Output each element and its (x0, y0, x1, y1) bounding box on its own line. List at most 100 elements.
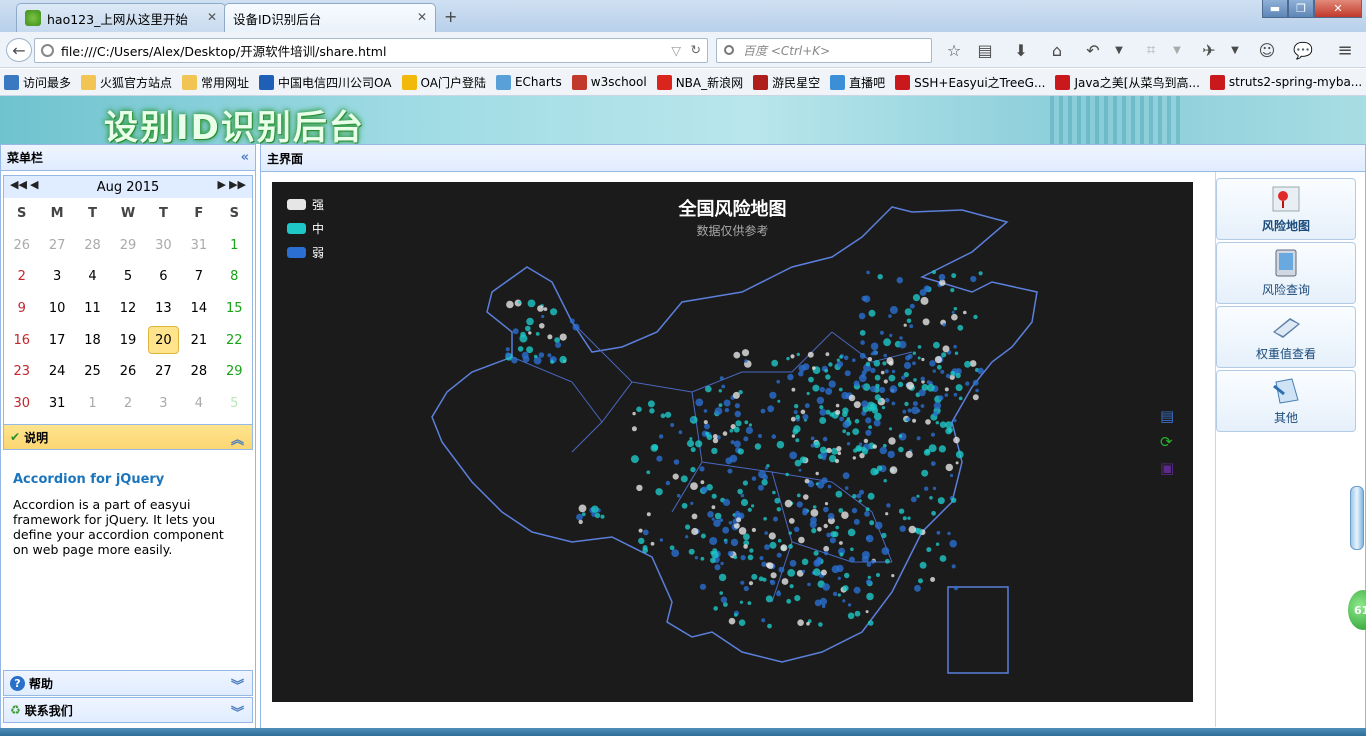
reading-list-icon[interactable]: ▤ (972, 38, 998, 62)
crop-icon[interactable]: ⌗ (1138, 38, 1164, 62)
calendar-day[interactable]: 17 (39, 324, 74, 356)
accordion-contact-header[interactable]: ♻ 联系我们 ︾ (3, 697, 253, 723)
calendar-day[interactable]: 11 (75, 293, 110, 325)
calendar-day[interactable]: 4 (75, 261, 110, 293)
right-menu-scanner-button[interactable]: 权重值查看 (1216, 306, 1356, 368)
search-input[interactable]: 百度 <Ctrl+K> (716, 38, 932, 63)
tab-device-id[interactable]: 设备ID识别后台 ✕ (224, 3, 436, 32)
next-year-icon[interactable]: ▶▶ (229, 178, 246, 191)
bookmark-item[interactable]: 直播吧 (830, 74, 885, 91)
bookmark-item[interactable]: ECharts (495, 74, 562, 90)
calendar-day[interactable]: 2 (110, 388, 145, 420)
calendar-day[interactable]: 28 (181, 356, 216, 388)
calendar-day[interactable]: 4 (181, 388, 216, 420)
calendar-day[interactable]: 23 (4, 356, 39, 388)
download-icon[interactable]: ⬇ (1008, 38, 1034, 62)
calendar-day[interactable]: 21 (181, 324, 216, 356)
legend-item-strong[interactable]: 强 (287, 196, 324, 213)
legend-item-medium[interactable]: 中 (287, 220, 324, 237)
bookmark-item[interactable]: struts2-spring-myba... (1209, 74, 1362, 90)
legend-item-weak[interactable]: 弱 (287, 244, 324, 261)
new-tab-plus-icon[interactable]: + (444, 7, 457, 26)
data-view-icon[interactable]: ▤ (1160, 407, 1180, 433)
addon-icon[interactable]: ✈ (1196, 38, 1222, 62)
risk-map-chart[interactable]: 全国风险地图 数据仅供参考 强 中 弱 ▤ ⟳ ▣ (272, 182, 1193, 702)
calendar-day[interactable]: 3 (39, 261, 74, 293)
tab-hao123[interactable]: hao123_上网从这里开始 ✕ (16, 3, 226, 32)
calendar-day[interactable]: 26 (4, 230, 39, 262)
right-menu-tablet-button[interactable]: 风险查询 (1216, 242, 1356, 304)
calendar-day[interactable]: 22 (217, 324, 252, 356)
calendar-day[interactable]: 30 (146, 230, 181, 262)
calendar-day[interactable]: 31 (39, 388, 74, 420)
close-window-button[interactable]: ✕ (1314, 0, 1362, 18)
bookmark-star-icon[interactable]: ☆ (941, 38, 967, 62)
calendar-day[interactable]: 29 (110, 230, 145, 262)
calendar-day[interactable]: 16 (4, 324, 39, 356)
calendar-day[interactable]: 10 (39, 293, 74, 325)
bookmark-item[interactable]: Java之美[从菜鸟到高... (1055, 74, 1200, 91)
maximize-button[interactable]: ❐ (1288, 0, 1314, 18)
close-tab-icon[interactable]: ✕ (207, 10, 217, 24)
calendar-month-label[interactable]: Aug 2015 (97, 180, 160, 195)
undo-dropdown-icon[interactable]: ▼ (1106, 38, 1132, 62)
calendar-day[interactable]: 15 (217, 293, 252, 325)
right-menu-paper-button[interactable]: 其他 (1216, 370, 1356, 432)
calendar-day[interactable]: 13 (146, 293, 181, 325)
calendar-day[interactable]: 30 (4, 388, 39, 420)
bookmark-item[interactable]: OA门户登陆 (401, 74, 486, 91)
bookmark-item[interactable]: SSH+Easyui之TreeG... (895, 74, 1045, 91)
calendar-day[interactable]: 2 (4, 261, 39, 293)
chevron-down-icon[interactable]: ︾ (231, 702, 244, 721)
address-bar[interactable]: file:///C:/Users/Alex/Desktop/开源软件培训/sha… (34, 38, 708, 63)
bookmark-item[interactable]: 火狐官方站点 (81, 74, 172, 91)
save-image-icon[interactable]: ▣ (1160, 459, 1180, 485)
calendar-day[interactable]: 9 (4, 293, 39, 325)
calendar-day[interactable]: 1 (217, 230, 252, 262)
restore-icon[interactable]: ⟳ (1160, 433, 1180, 459)
prev-month-icon[interactable]: ◀ (30, 178, 38, 191)
home-icon[interactable]: ⌂ (1044, 38, 1070, 62)
calendar-day[interactable]: 28 (75, 230, 110, 262)
page-scroll-handle[interactable] (1350, 486, 1364, 550)
next-month-icon[interactable]: ▶ (218, 178, 226, 191)
bookmark-item[interactable]: w3school (571, 74, 647, 90)
right-menu-map-pin-button[interactable]: 风险地图 (1216, 178, 1356, 240)
calendar-day[interactable]: 3 (146, 388, 181, 420)
minimize-button[interactable]: ▬ (1262, 0, 1288, 18)
chevron-up-icon[interactable]: ︽ (231, 429, 244, 448)
calendar-day[interactable]: 27 (39, 230, 74, 262)
dropdown-arrow-icon[interactable]: ▽ (671, 43, 681, 58)
smiley-icon[interactable]: ☺ (1254, 38, 1280, 62)
calendar-day[interactable]: 25 (75, 356, 110, 388)
bookmark-item[interactable]: 中国电信四川公司OA (259, 74, 392, 91)
calendar-day[interactable]: 1 (75, 388, 110, 420)
crop-dropdown-icon[interactable]: ▼ (1164, 38, 1190, 62)
calendar-day[interactable]: 18 (75, 324, 110, 356)
bookmark-item[interactable]: 常用网址 (182, 74, 249, 91)
calendar-day[interactable]: 29 (217, 356, 252, 388)
calendar-day[interactable]: 31 (181, 230, 216, 262)
menu-hamburger-icon[interactable]: ≡ (1332, 38, 1358, 62)
reload-icon[interactable]: ↻ (691, 42, 701, 57)
bookmark-item[interactable]: 访问最多 (4, 74, 71, 91)
close-tab-icon[interactable]: ✕ (417, 10, 427, 24)
calendar-day[interactable]: 14 (181, 293, 216, 325)
accordion-help-header[interactable]: ? 帮助 ︾ (3, 670, 253, 696)
collapse-left-icon[interactable]: « (241, 150, 249, 165)
bookmark-item[interactable]: 游民星空 (753, 74, 820, 91)
calendar-day[interactable]: 5 (110, 261, 145, 293)
chevron-down-icon[interactable]: ︾ (231, 675, 244, 694)
calendar-day[interactable]: 26 (110, 356, 145, 388)
accordion-explain-header[interactable]: ✔ 说明 ︽ (3, 424, 253, 450)
chat-icon[interactable]: 💬 (1290, 38, 1316, 62)
addon-dropdown-icon[interactable]: ▼ (1222, 38, 1248, 62)
bookmark-item[interactable]: NBA_新浪网 (656, 74, 743, 91)
calendar-day[interactable]: 8 (217, 261, 252, 293)
calendar-day[interactable]: 7 (181, 261, 216, 293)
calendar-day[interactable]: 27 (146, 356, 181, 388)
calendar-day[interactable]: 19 (110, 324, 145, 356)
undo-icon[interactable]: ↶ (1080, 38, 1106, 62)
calendar-day[interactable]: 6 (146, 261, 181, 293)
calendar-day[interactable]: 12 (110, 293, 145, 325)
